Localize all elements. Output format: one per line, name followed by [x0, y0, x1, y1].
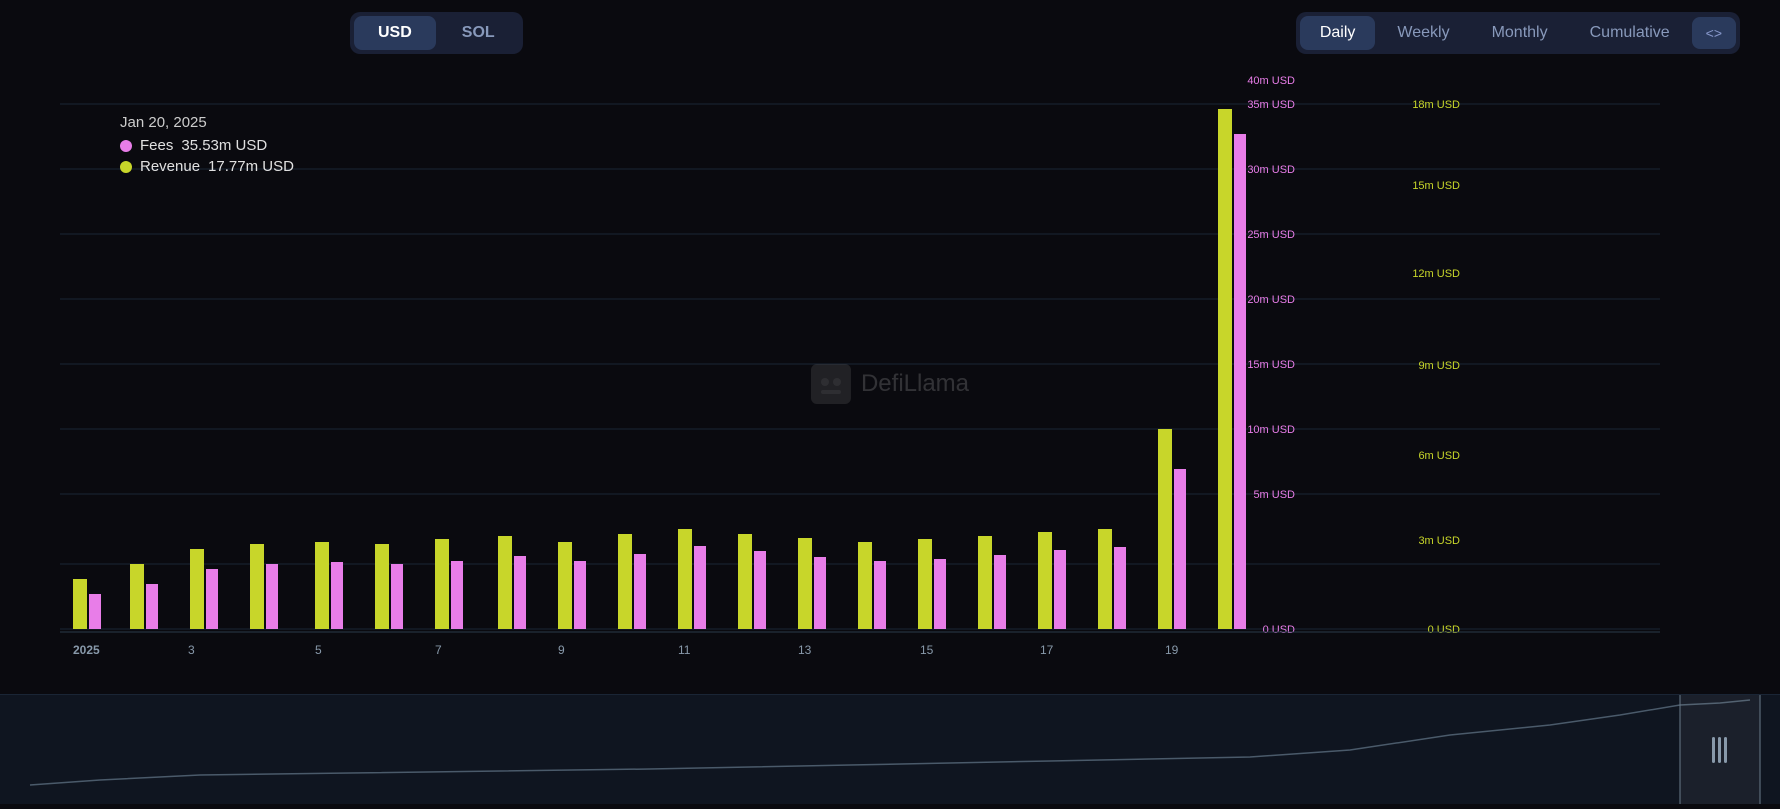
svg-text:20m USD: 20m USD	[1247, 294, 1295, 306]
svg-text:2025: 2025	[73, 643, 100, 657]
svg-text:5m USD: 5m USD	[1253, 489, 1295, 501]
monthly-button[interactable]: Monthly	[1472, 16, 1568, 50]
svg-text:10m USD: 10m USD	[1247, 424, 1295, 436]
tooltip-fees-row: Fees 35.53m USD	[120, 137, 294, 154]
usd-button[interactable]: USD	[354, 16, 436, 50]
revenue-dot	[120, 161, 132, 173]
sol-button[interactable]: SOL	[438, 16, 519, 50]
svg-text:18m USD: 18m USD	[1412, 99, 1460, 111]
svg-text:0 USD: 0 USD	[1263, 624, 1295, 636]
svg-text:40m USD: 40m USD	[1247, 75, 1295, 87]
svg-text:9: 9	[558, 643, 565, 657]
svg-text:15: 15	[920, 643, 934, 657]
navigator-svg	[0, 695, 1780, 804]
svg-text:35m USD: 35m USD	[1247, 99, 1295, 111]
svg-text:3: 3	[188, 643, 195, 657]
svg-text:7: 7	[435, 643, 442, 657]
tooltip-date: Jan 20, 2025	[120, 114, 294, 131]
chart-tooltip: Jan 20, 2025 Fees 35.53m USD Revenue 17.…	[120, 114, 294, 175]
svg-text:11: 11	[678, 643, 691, 657]
svg-text:30m USD: 30m USD	[1247, 164, 1295, 176]
svg-text:19: 19	[1165, 643, 1179, 657]
svg-text:6m USD: 6m USD	[1418, 450, 1460, 462]
period-selector: Daily Weekly Monthly Cumulative <>	[1296, 12, 1740, 54]
cumulative-button[interactable]: Cumulative	[1570, 16, 1690, 50]
svg-text:9m USD: 9m USD	[1418, 360, 1460, 372]
main-container: USD SOL Daily Weekly Monthly Cumulative …	[0, 0, 1780, 804]
tooltip-revenue-row: Revenue 17.77m USD	[120, 158, 294, 175]
svg-text:3m USD: 3m USD	[1418, 535, 1460, 547]
currency-selector: USD SOL	[350, 12, 523, 54]
svg-text:5: 5	[315, 643, 322, 657]
daily-button[interactable]: Daily	[1300, 16, 1376, 50]
svg-text:15m USD: 15m USD	[1412, 180, 1460, 192]
revenue-value: 17.77m USD	[208, 158, 294, 175]
svg-text:12m USD: 12m USD	[1412, 268, 1460, 280]
svg-text:17: 17	[1040, 643, 1054, 657]
fees-dot	[120, 140, 132, 152]
fees-label: Fees	[140, 137, 173, 154]
svg-text:0 USD: 0 USD	[1428, 624, 1460, 636]
svg-text:25m USD: 25m USD	[1247, 229, 1295, 241]
toolbar: USD SOL Daily Weekly Monthly Cumulative …	[0, 0, 1780, 74]
svg-text:15m USD: 15m USD	[1247, 359, 1295, 371]
chart-navigator[interactable]	[0, 694, 1780, 804]
fees-value: 35.53m USD	[181, 137, 267, 154]
svg-text:13: 13	[798, 643, 812, 657]
revenue-label: Revenue	[140, 158, 200, 175]
chart-area: Jan 20, 2025 Fees 35.53m USD Revenue 17.…	[0, 74, 1780, 694]
embed-button[interactable]: <>	[1692, 17, 1736, 49]
weekly-button[interactable]: Weekly	[1377, 16, 1469, 50]
